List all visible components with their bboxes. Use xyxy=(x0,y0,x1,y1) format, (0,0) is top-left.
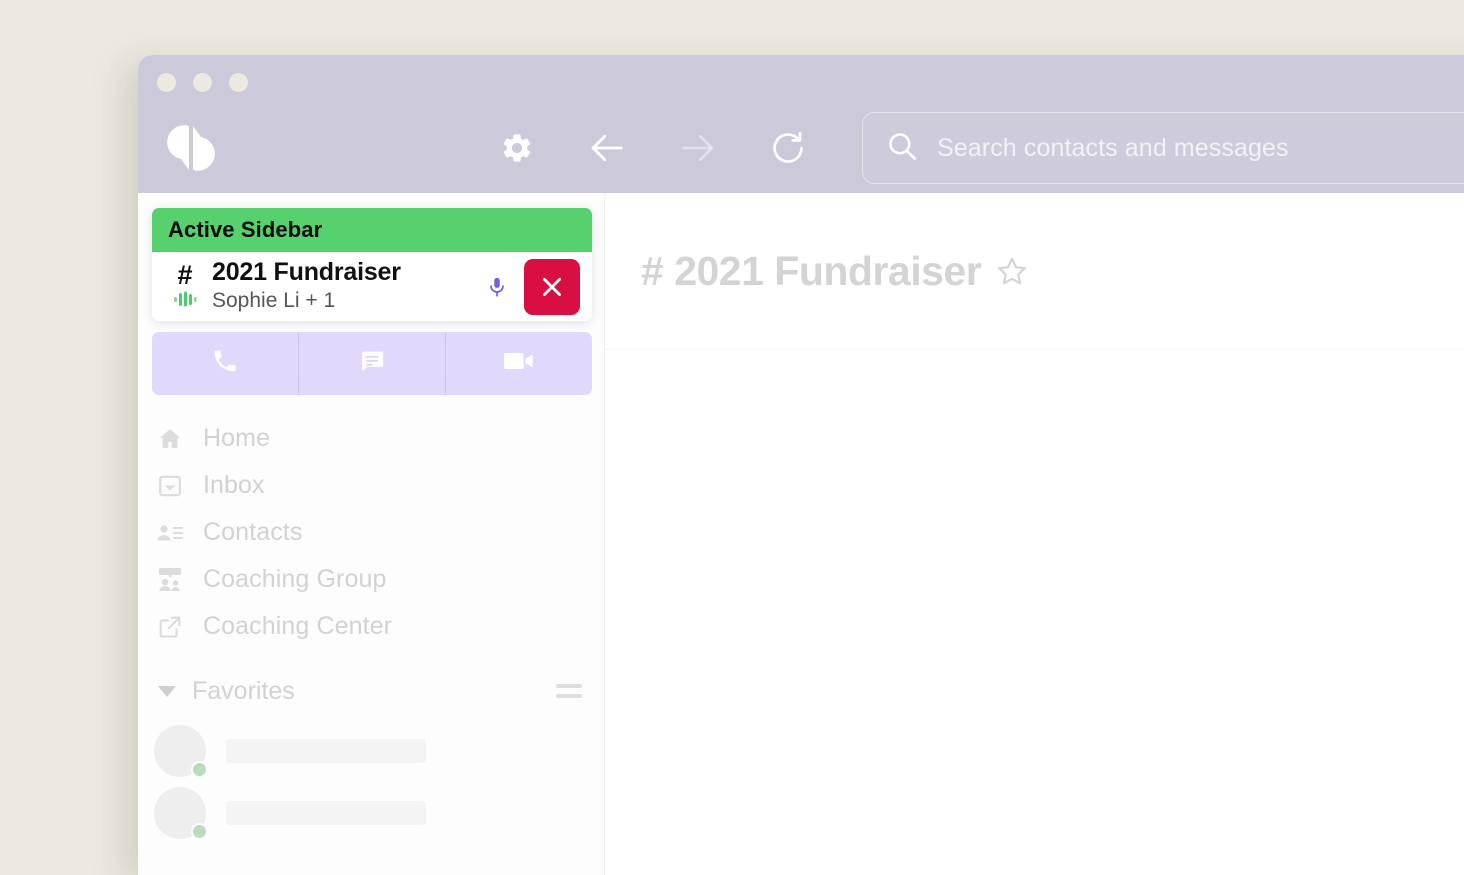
app-toolbar: Search contacts and messages xyxy=(138,103,1464,193)
sidebar-item-label: Inbox xyxy=(203,471,265,499)
minimize-window-button[interactable] xyxy=(193,73,212,92)
close-window-button[interactable] xyxy=(157,73,176,92)
reload-icon[interactable] xyxy=(765,125,811,171)
list-item[interactable] xyxy=(138,782,604,844)
gear-icon[interactable] xyxy=(494,125,540,171)
window-titlebar: Search contacts and messages xyxy=(138,55,1464,193)
search-input[interactable]: Search contacts and messages xyxy=(862,112,1464,184)
channel-hash-icon: # xyxy=(177,259,193,290)
video-camera-icon xyxy=(503,347,535,380)
dialpad-logo-icon xyxy=(163,123,221,173)
sidebar-nav-list: Home Inbox Contacts Coaching Group Coach… xyxy=(138,415,604,650)
sort-icon[interactable] xyxy=(556,684,582,698)
list-item[interactable] xyxy=(138,720,604,782)
contacts-icon xyxy=(154,517,185,548)
sidebar-item-contacts[interactable]: Contacts xyxy=(138,509,604,556)
sidebar-item-label: Coaching Group xyxy=(203,565,387,593)
message-button[interactable] xyxy=(298,332,445,395)
favorites-section-header[interactable]: Favorites xyxy=(138,668,604,714)
quick-action-bar xyxy=(152,332,592,395)
microphone-icon[interactable] xyxy=(480,267,514,307)
search-placeholder-text: Search contacts and messages xyxy=(937,133,1289,162)
sidebar-item-home[interactable]: Home xyxy=(138,415,604,462)
end-call-button[interactable] xyxy=(524,258,580,315)
favorites-label: Favorites xyxy=(192,676,295,705)
coaching-group-icon xyxy=(154,564,185,595)
forward-arrow-icon[interactable] xyxy=(674,125,720,171)
sidebar-item-coaching-group[interactable]: Coaching Group xyxy=(138,556,604,603)
star-icon[interactable] xyxy=(995,254,1029,288)
video-call-button[interactable] xyxy=(445,332,592,395)
message-icon xyxy=(358,347,386,380)
chevron-down-icon[interactable] xyxy=(154,684,180,698)
coaching-center-icon xyxy=(154,611,185,642)
sidebar-item-label: Home xyxy=(203,424,271,452)
sidebar-item-label: Coaching Center xyxy=(203,612,393,640)
audio-waveform-icon xyxy=(173,291,197,312)
window-body: Active Sidebar # 2021 Fundraiser Sophie … xyxy=(138,193,1464,875)
active-sidebar-banner-label: Active Sidebar xyxy=(168,217,323,242)
phone-icon xyxy=(211,347,239,380)
main-content-pane: # 2021 Fundraiser xyxy=(605,193,1464,875)
sidebar: Active Sidebar # 2021 Fundraiser Sophie … xyxy=(138,193,605,875)
app-window: Search contacts and messages Active Side… xyxy=(138,55,1464,875)
contact-name-placeholder xyxy=(226,801,426,825)
active-call-icon-stack: # xyxy=(168,259,202,312)
active-call-title: 2021 Fundraiser xyxy=(212,258,401,287)
maximize-window-button[interactable] xyxy=(229,73,248,92)
contact-name-placeholder xyxy=(226,739,426,763)
active-call-body: # 2021 Fundraiser Sophie Li + 1 xyxy=(152,252,592,321)
home-icon xyxy=(154,423,185,454)
search-icon xyxy=(885,129,919,168)
active-call-text: 2021 Fundraiser Sophie Li + 1 xyxy=(212,259,470,314)
sidebar-item-coaching-center[interactable]: Coaching Center xyxy=(138,603,604,650)
page-title: # 2021 Fundraiser xyxy=(641,247,982,294)
phone-call-button[interactable] xyxy=(152,332,298,395)
channel-header: # 2021 Fundraiser xyxy=(605,193,1464,350)
window-traffic-lights xyxy=(157,73,248,92)
sidebar-item-inbox[interactable]: Inbox xyxy=(138,462,604,509)
avatar xyxy=(154,787,208,840)
active-call-card[interactable]: Active Sidebar # 2021 Fundraiser Sophie … xyxy=(152,208,592,321)
favorites-list xyxy=(138,720,604,844)
avatar xyxy=(154,725,208,778)
sidebar-item-label: Contacts xyxy=(203,518,303,546)
active-sidebar-banner: Active Sidebar xyxy=(152,208,592,252)
inbox-icon xyxy=(154,470,185,501)
active-call-participants: Sophie Li + 1 xyxy=(212,288,336,312)
presence-indicator xyxy=(191,761,208,778)
presence-indicator xyxy=(191,823,208,840)
back-arrow-icon[interactable] xyxy=(585,125,631,171)
